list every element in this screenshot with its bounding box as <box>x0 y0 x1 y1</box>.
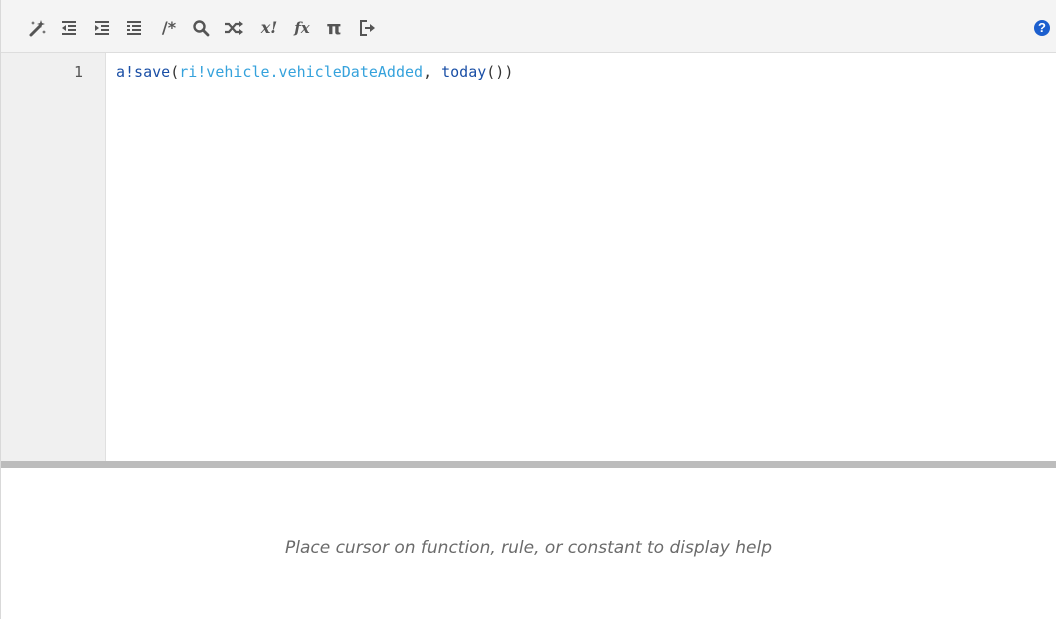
resize-splitter[interactable] <box>1 461 1056 468</box>
line-number-gutter: 1 <box>1 53 106 461</box>
code-editor[interactable]: 1 a!save(ri!vehicle.vehicleDateAdded, to… <box>1 53 1056 461</box>
pi-icon[interactable]: π <box>323 17 345 39</box>
function-icon[interactable]: fx <box>290 17 314 39</box>
expression-editor: /* x! fx π ? 1 a!save(ri!vehicle.vehicle… <box>0 0 1056 619</box>
variable-icon[interactable]: x! <box>256 17 282 39</box>
code-line[interactable]: a!save(ri!vehicle.vehicleDateAdded, toda… <box>116 62 513 82</box>
punctuation-token: ()) <box>486 63 514 81</box>
variable-icon-label: x! <box>260 18 278 37</box>
indent-icon[interactable] <box>91 17 113 39</box>
shuffle-icon[interactable] <box>223 17 245 39</box>
function-token: a!save <box>116 63 171 81</box>
help-panel: Place cursor on function, rule, or const… <box>1 468 1056 619</box>
comment-icon[interactable]: /* <box>156 17 182 39</box>
magic-wand-icon[interactable] <box>26 17 48 39</box>
help-message: Place cursor on function, rule, or const… <box>284 538 773 558</box>
punctuation-token: ( <box>170 63 180 81</box>
list-icon[interactable] <box>123 17 145 39</box>
pi-icon-label: π <box>326 17 342 39</box>
function-token: today <box>441 63 487 81</box>
editor-toolbar: /* x! fx π ? <box>1 0 1056 53</box>
outdent-icon[interactable] <box>58 17 80 39</box>
function-icon-label: fx <box>294 19 310 37</box>
exit-icon[interactable] <box>356 17 378 39</box>
help-icon[interactable]: ? <box>1034 20 1050 36</box>
line-number: 1 <box>73 63 83 81</box>
search-icon[interactable] <box>190 17 212 39</box>
comment-icon-label: /* <box>161 18 177 37</box>
rule-input-token: ri!vehicle.vehicleDateAdded <box>179 63 424 81</box>
punctuation-token: , <box>423 63 442 81</box>
